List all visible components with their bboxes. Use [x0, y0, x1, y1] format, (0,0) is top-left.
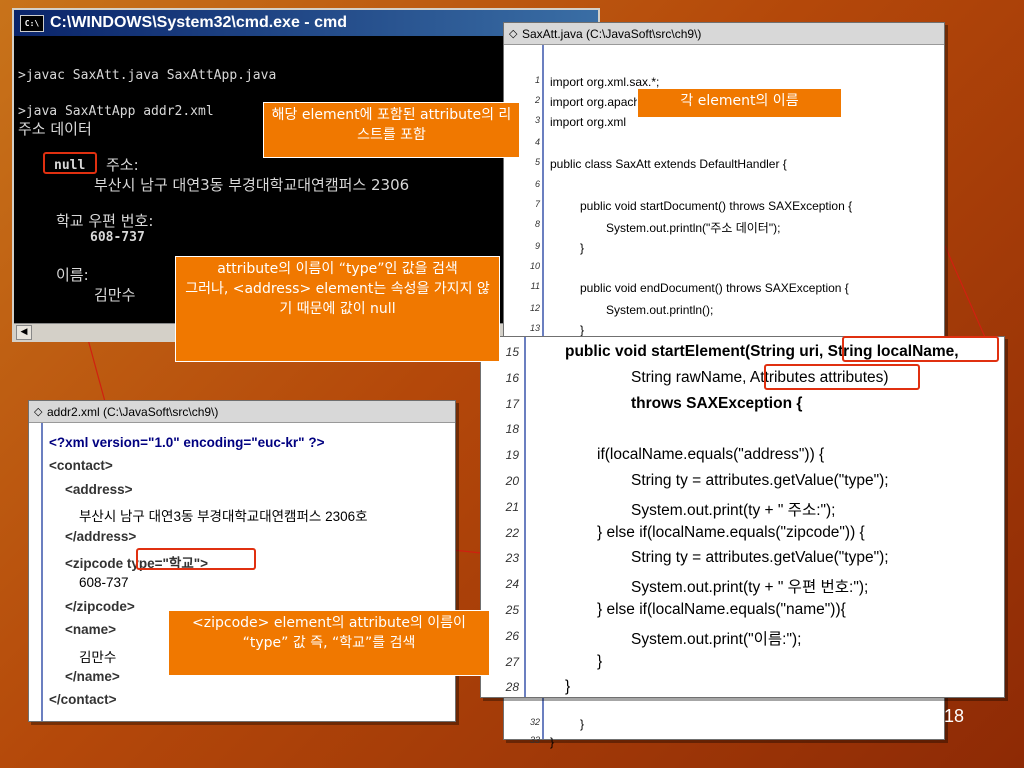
code-line: } [565, 678, 571, 696]
attributes-highlight [764, 364, 920, 390]
code-line: } [580, 241, 585, 255]
xml-text-line: 김만수 [79, 649, 117, 665]
line-number: 12 [529, 303, 540, 313]
line-number: 7 [534, 199, 540, 209]
saxatt-title-bar[interactable]: ◇ SaxAtt.java (C:\JavaSoft\src\ch9\) [504, 23, 944, 45]
line-number: 11 [530, 281, 540, 291]
line-number: 9 [534, 241, 540, 251]
type-attr-highlight [136, 548, 256, 570]
xml-text-line: 부산시 남구 대연3동 부경대학교대연캠퍼스 2306호 [79, 509, 368, 525]
code-line: System.out.println(); [606, 303, 714, 317]
xml-tag-line: <contact> [49, 458, 113, 474]
xml-tag-line: <?xml version="1.0" encoding="euc-kr" ?> [49, 435, 325, 450]
code-line: System.out.print("이름:"); [631, 630, 802, 648]
startelement-zoom-window[interactable]: 15 public void startElement(String uri, S… [480, 336, 1005, 698]
code-line: String ty = attributes.getValue("type"); [631, 472, 889, 489]
page-number: 18 [944, 706, 965, 726]
code-line: } [580, 717, 585, 731]
cmd-line: 김만수 [94, 286, 136, 304]
line-number: 22 [505, 525, 519, 540]
line-number: 18 [505, 422, 519, 437]
line-number: 13 [529, 323, 540, 333]
line-gutter [29, 423, 43, 721]
cmd-line: 이름: [56, 266, 89, 284]
code-line: } [550, 735, 555, 749]
xml-tag-line: <name> [65, 622, 117, 638]
code-line: } [580, 323, 585, 337]
cmd-line: 주소 데이터 [18, 120, 92, 138]
line-number: 24 [505, 577, 519, 592]
xml-tag-line: </contact> [49, 692, 117, 708]
line-number: 5 [534, 157, 540, 167]
cmd-line: 학교 우편 번호: [56, 212, 154, 230]
line-number: 20 [505, 474, 519, 488]
line-number: 32 [529, 717, 540, 727]
diamond-icon: ◇ [509, 28, 518, 40]
callout-type-null: attribute의 이름이 “type”인 값을 검색 그러나, <addre… [175, 256, 500, 362]
cmd-line: 주소: [106, 156, 139, 174]
localname-highlight [842, 336, 999, 362]
scroll-left-icon[interactable]: ◀ [16, 325, 32, 340]
code-line: public void endDocument() throws SAXExce… [580, 281, 849, 295]
cmd-icon: C:\ [20, 15, 44, 32]
xml-tag-line: <address> [65, 481, 133, 497]
xml-text-line: 608-737 [79, 575, 129, 591]
line-number: 23 [505, 551, 519, 566]
line-number: 33 [529, 735, 540, 745]
code-line: } else if(localName.equals("zipcode")) { [597, 523, 865, 541]
callout-zipcode-type: <zipcode> element의 attribute의 이름이 “type”… [168, 610, 490, 676]
code-line: System.out.print(ty + " 우편 번호:"); [631, 579, 869, 597]
diamond-icon: ◇ [34, 406, 43, 418]
line-number: 17 [505, 396, 519, 411]
xml-tag-line: </address> [65, 528, 137, 544]
cmd-line: 부산시 남구 대연3동 부경대학교대연캠퍼스 2306 [94, 176, 410, 194]
code-line: String ty = attributes.getValue("type"); [631, 549, 889, 567]
code-line: if(localName.equals("address")) { [597, 446, 825, 464]
line-number: 1 [534, 75, 540, 85]
code-line: public class SaxAtt extends DefaultHandl… [550, 157, 787, 171]
saxatt-title: SaxAtt.java (C:\JavaSoft\src\ch9\) [522, 27, 702, 41]
line-number: 10 [529, 261, 540, 271]
cmd-line: >java SaxAttApp addr2.xml [18, 104, 214, 119]
code-line: public void startDocument() throws SAXEx… [580, 199, 853, 213]
line-number: 16 [505, 370, 519, 385]
code-line: import org.xml.sax.*; [550, 75, 660, 89]
cmd-line: >javac SaxAtt.java SaxAttApp.java [18, 68, 277, 83]
code-line: throws SAXException { [631, 394, 803, 412]
null-highlight [43, 152, 97, 174]
code-line: System.out.println("주소 데이터"); [606, 221, 781, 235]
cmd-title: C:\WINDOWS\System32\cmd.exe - cmd [50, 14, 347, 31]
xml-tag-line: </name> [65, 669, 120, 684]
code-line: import org.xml [550, 115, 627, 129]
code-line: } [597, 652, 603, 670]
xml-title: addr2.xml (C:\JavaSoft\src\ch9\) [47, 405, 219, 419]
cmd-line: 608-737 [90, 230, 145, 245]
line-number: 28 [505, 680, 519, 695]
xml-tag-line: </zipcode> [65, 598, 135, 614]
line-number: 19 [505, 448, 519, 463]
callout-element-name: 각 element의 이름 [637, 88, 842, 118]
callout-attributes-list: 해당 element에 포함된 attribute의 리스트를 포함 [263, 102, 520, 158]
code-line: } else if(localName.equals("name")){ [597, 601, 846, 618]
line-number: 6 [534, 179, 540, 189]
code-line: System.out.print(ty + " 주소:"); [631, 501, 836, 519]
xml-title-bar[interactable]: ◇ addr2.xml (C:\JavaSoft\src\ch9\) [29, 401, 455, 423]
line-number: 21 [505, 499, 519, 514]
line-number: 8 [534, 219, 540, 229]
